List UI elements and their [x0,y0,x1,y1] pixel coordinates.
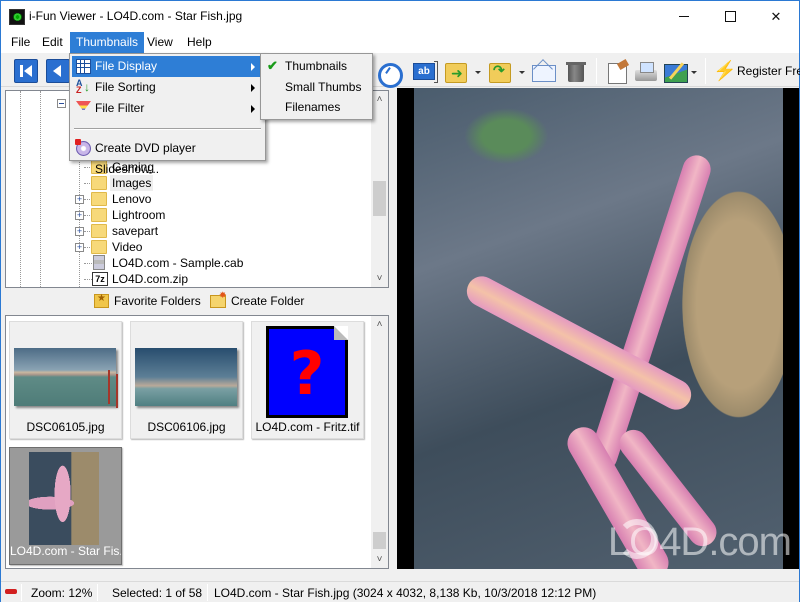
checkmark-icon: ✔ [267,58,278,73]
folder-icon [91,224,107,238]
dvd-icon [75,139,91,156]
tree-actions-bar: Favorite Folders Create Folder [5,289,389,313]
menu-item-create-dvd-slideshow[interactable]: Create DVD player Slideshow... [72,138,263,176]
properties-icon[interactable] [605,59,629,84]
tree-item[interactable]: + Lightroom [6,207,366,223]
selection-count: Selected: 1 of 58 [112,586,203,600]
thumbnail-image [29,452,99,545]
zoom-level: Zoom: 12% [31,586,93,600]
sort-az-icon: ↓ [76,80,91,95]
thumbnail-item[interactable]: DSC06105.jpg [9,321,122,439]
move-to-folder-icon[interactable] [443,59,467,83]
status-indicator-icon [5,589,17,594]
watermark: LO4D.com [607,520,792,564]
starfish-photo [414,88,783,569]
move-dropdown-arrow-icon[interactable] [475,71,481,74]
zip-archive-icon: 7z [92,272,108,286]
menu-bar: File Edit Thumbnails View Help [1,32,799,53]
thumbnails-menu: File Display ↓ File Sorting File Filter … [69,53,266,176]
menu-file[interactable]: File [5,32,36,53]
app-eye-icon [9,9,25,25]
register-free-label: Register Free [737,64,800,78]
scroll-thumb[interactable] [373,181,386,216]
toolbar-separator [596,58,597,84]
first-image-button[interactable] [14,59,38,83]
thumbnail-image [14,348,116,406]
menu-edit[interactable]: Edit [36,32,69,53]
copy-to-folder-icon[interactable] [487,59,511,83]
submenu-item-filenames[interactable]: Filenames [263,97,370,117]
menu-thumbnails[interactable]: Thumbnails [70,32,145,53]
slideshow-timer-icon[interactable] [376,59,403,88]
thumbnail-grid[interactable]: DSC06105.jpg DSC06106.jpg ? LO4D.com - F… [5,315,389,569]
minimize-button[interactable] [661,1,707,32]
thumbnail-scrollbar[interactable]: ˄ ˅ [371,316,388,568]
scroll-up-icon[interactable]: ˄ [371,91,388,108]
grid-icon [76,59,91,74]
collapse-node-icon[interactable] [57,99,66,108]
scroll-up-icon[interactable]: ˄ [371,316,388,333]
thumbnail-item[interactable]: ? LO4D.com - Fritz.tif [251,321,364,439]
close-button[interactable] [753,1,799,32]
tree-item[interactable]: LO4D.com - Sample.cab [6,255,366,271]
menu-separator [74,128,261,130]
expand-node-icon[interactable]: + [75,243,84,252]
tree-item[interactable]: + savepart [6,223,366,239]
edit-dropdown-arrow-icon[interactable] [691,71,697,74]
submenu-arrow-icon [251,84,255,92]
create-folder-button[interactable]: Create Folder [210,290,304,310]
folder-icon [91,240,107,254]
file-info: LO4D.com - Star Fish.jpg (3024 x 4032, 8… [214,586,597,600]
scroll-down-icon[interactable]: ˅ [371,270,388,287]
file-display-submenu: ✔ Thumbnails Small Thumbs Filenames [260,53,373,120]
edit-image-icon[interactable] [663,59,688,83]
favorite-folders-button[interactable]: Favorite Folders [94,292,201,310]
submenu-arrow-icon [251,105,255,113]
thumbnail-item-selected[interactable]: LO4D.com - Star Fis.. [9,447,122,565]
filter-funnel-icon [76,101,91,116]
menu-help[interactable]: Help [181,32,218,53]
rename-icon[interactable] [413,59,438,83]
expand-node-icon[interactable]: + [75,211,84,220]
expand-node-icon[interactable]: + [75,227,84,236]
tree-item[interactable]: + Video [6,239,366,255]
delete-trash-icon[interactable] [564,59,588,83]
folder-icon [91,192,107,206]
menu-item-file-sorting[interactable]: ↓ File Sorting [72,77,263,98]
thumbnail-image [135,348,237,406]
window-title: i-Fun Viewer - LO4D.com - Star Fish.jpg [29,9,243,23]
tree-item[interactable]: 7z LO4D.com.zip [6,271,366,287]
scroll-thumb[interactable] [373,532,386,549]
expand-node-icon[interactable]: + [75,195,84,204]
submenu-arrow-icon [251,63,255,71]
title-bar: i-Fun Viewer - LO4D.com - Star Fish.jpg [1,1,799,32]
favorite-folder-icon [94,293,109,308]
scroll-down-icon[interactable]: ˅ [371,551,388,568]
submenu-item-small-thumbs[interactable]: Small Thumbs [263,77,370,97]
unknown-file-icon: ? [266,326,348,418]
thumbnail-item[interactable]: DSC06106.jpg [130,321,243,439]
register-free-button[interactable]: Register Free [713,59,800,83]
menu-item-file-display[interactable]: File Display [72,56,263,77]
menu-item-file-filter[interactable]: File Filter [72,98,263,119]
copy-dropdown-arrow-icon[interactable] [519,71,525,74]
toolbar-separator [705,58,706,84]
menu-view[interactable]: View [141,32,179,53]
lightning-bolt-icon [713,59,737,83]
email-icon[interactable] [531,59,556,83]
tree-scrollbar[interactable]: ˄ ˅ [371,91,388,287]
folder-icon [91,208,107,222]
app-window: i-Fun Viewer - LO4D.com - Star Fish.jpg … [0,0,800,602]
submenu-item-thumbnails[interactable]: ✔ Thumbnails [263,56,370,76]
new-folder-icon [210,290,227,308]
print-icon[interactable] [634,59,658,83]
maximize-button[interactable] [707,1,753,32]
cab-archive-icon [93,255,105,270]
status-bar: Zoom: 12% Selected: 1 of 58 LO4D.com - S… [1,581,799,602]
tree-item[interactable]: + Lenovo [6,191,366,207]
previous-image-button[interactable] [46,59,70,83]
image-viewer[interactable]: LO4D.com [397,88,799,569]
